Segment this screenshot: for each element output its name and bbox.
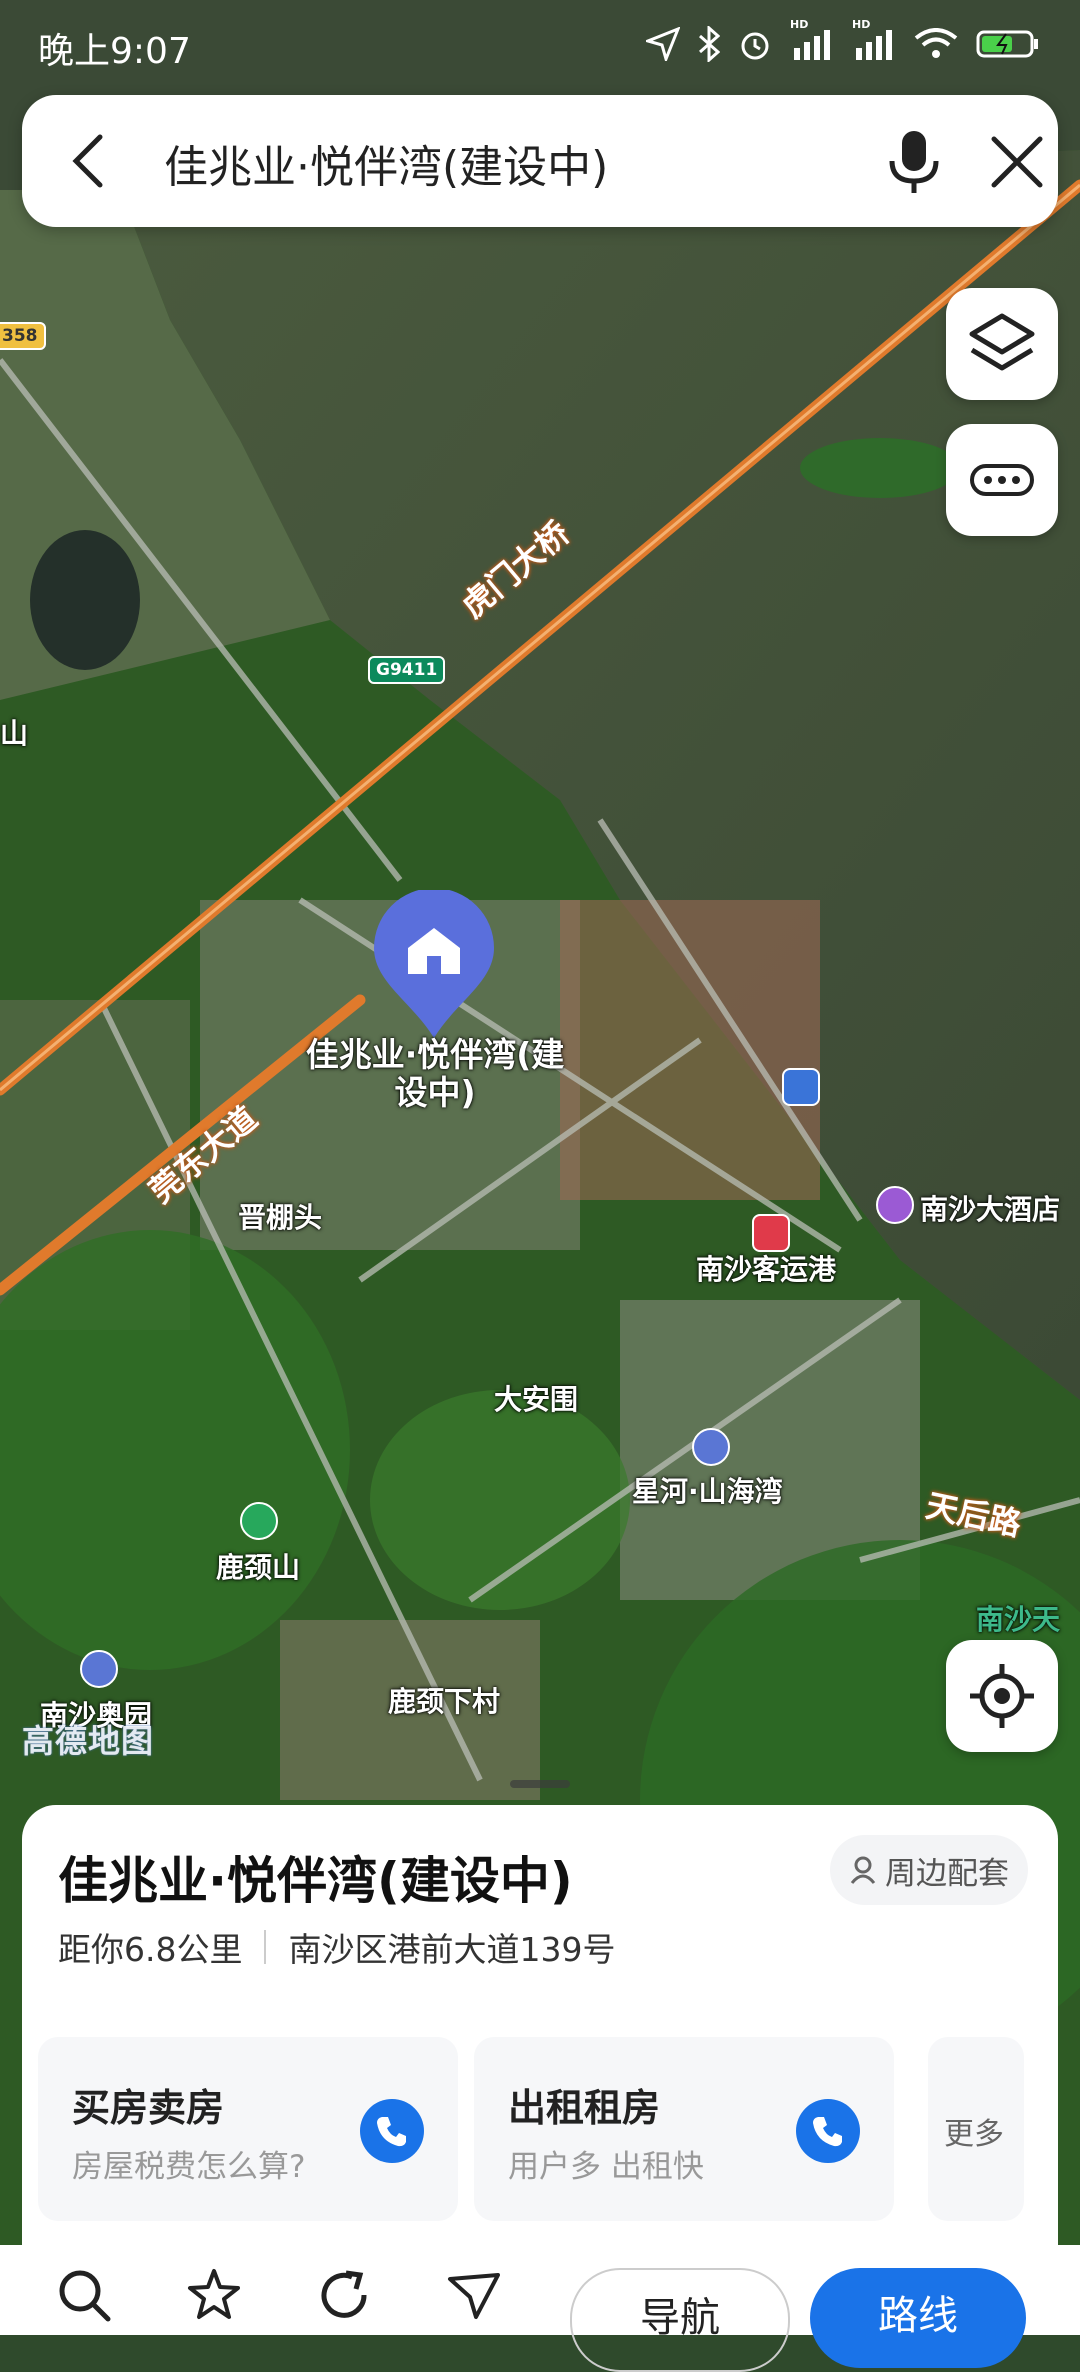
card-title: 出租租房 [508,2086,661,2130]
place-meta: 距你6.8公里 南沙区港前大道139号 [58,1923,615,1971]
place-label[interactable]: 大安围 [494,1378,578,1418]
place-label: 山 [0,717,29,750]
phone-icon [377,2117,406,2147]
alarm-icon [738,27,772,65]
layers-icon [969,313,1035,371]
place-label: 南沙天 [976,1603,1061,1636]
rent-house-card[interactable]: 出租租房 用户多 出租快 [474,2037,894,2221]
locate-me-button[interactable] [946,1640,1058,1752]
status-time: 晚上9:07 [38,31,191,72]
more-dots-icon [970,464,1034,496]
location-arrow-icon [643,26,681,65]
place-label[interactable]: 南沙客运港 [696,1248,836,1288]
battery-icon [976,28,1040,64]
anchor-poi-icon[interactable] [782,1068,820,1106]
close-icon[interactable] [988,133,1046,191]
place-label[interactable]: 鹿颈山 [216,1546,300,1586]
layers-button[interactable] [946,288,1058,400]
hd-label: HD [852,18,871,31]
nearby-label: 周边配套 [885,1855,1009,1892]
bluetooth-icon [698,24,721,66]
share-icon[interactable] [316,2267,372,2323]
call-button[interactable] [796,2099,860,2163]
more-services-card[interactable]: 更多 [928,2037,1024,2221]
signal-icon-2: HD [852,18,896,64]
navigate-button[interactable]: 导航 [570,2268,790,2372]
place-label[interactable]: 晋棚头 [238,1196,322,1236]
place-label[interactable]: 星河·山海湾 [632,1470,783,1510]
buy-sell-house-card[interactable]: 买房卖房 房屋税费怎么算? [38,2037,458,2221]
divider [264,1930,267,1964]
microphone-icon[interactable] [884,127,944,195]
more-options-button[interactable] [946,424,1058,536]
place-label[interactable]: 鹿颈下村 [388,1680,500,1720]
back-arrow-icon[interactable] [60,131,120,191]
nearby-facilities-button[interactable]: 周边配套 [830,1835,1028,1905]
hd-label: HD [790,18,809,31]
status-icons: HD HD [643,18,1040,66]
residence-poi-icon[interactable] [80,1650,118,1688]
mountain-poi-icon[interactable] [240,1502,278,1540]
route-shield-358: 358 [0,322,46,350]
signal-icon: HD [790,18,834,64]
more-label: 更多 [944,2117,1004,2152]
crosshair-icon [970,1664,1034,1728]
pin-label: 佳兆业·悦伴湾(建设中) [305,1035,565,1112]
call-button[interactable] [360,2099,424,2163]
place-label[interactable]: 南沙大酒店 [920,1188,1060,1228]
status-bar: 晚上9:07 HD HD [0,0,1080,95]
route-button[interactable]: 路线 [810,2268,1026,2368]
hotel-poi-icon[interactable] [876,1186,914,1224]
card-subtitle: 房屋税费怎么算? [72,2149,306,2185]
location-marker-icon [850,1856,876,1884]
wifi-icon [914,28,958,64]
send-location-icon[interactable] [446,2267,502,2323]
location-pin-icon[interactable] [372,890,496,1040]
route-shield-g9411: G9411 [368,656,446,684]
place-title: 佳兆业·悦伴湾(建设中) [58,1852,573,1910]
distance-text: 距你6.8公里 [58,1930,243,1969]
search-bar[interactable]: 佳兆业·悦伴湾(建设中) [22,95,1058,227]
residence-poi-icon[interactable] [692,1428,730,1466]
map-watermark: 高德地图 [22,1722,155,1760]
star-icon[interactable] [186,2267,242,2323]
card-title: 买房卖房 [72,2086,225,2130]
card-subtitle: 用户多 出租快 [508,2149,704,2185]
address-text: 南沙区港前大道139号 [288,1930,616,1969]
search-icon[interactable] [56,2267,112,2323]
port-poi-icon[interactable] [752,1214,790,1252]
search-query[interactable]: 佳兆业·悦伴湾(建设中) [164,131,608,195]
sheet-drag-handle[interactable] [510,1780,570,1788]
phone-icon [813,2117,842,2147]
